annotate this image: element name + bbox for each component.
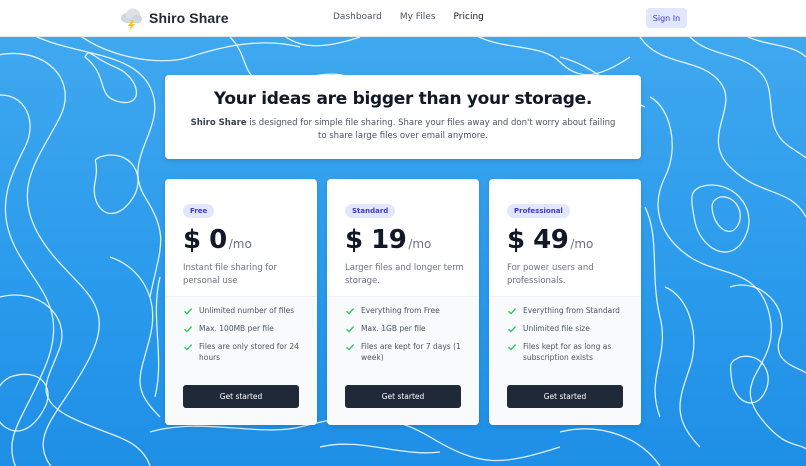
plan-badge: Professional xyxy=(507,204,570,218)
feature-text: Max. 1GB per file xyxy=(361,324,426,333)
plan-description: Larger files and longer term storage. xyxy=(345,263,464,286)
feature-text: Unlimited number of files xyxy=(199,306,295,315)
feature-item: Unlimited number of files xyxy=(183,305,305,316)
plan-description: Instant file sharing for personal use xyxy=(183,263,277,286)
check-icon xyxy=(346,326,355,333)
plan-amount: $ 0 xyxy=(183,225,227,255)
plan-period: /mo xyxy=(228,237,252,251)
brand-name: Shiro Share xyxy=(149,10,229,26)
plan-badge: Standard xyxy=(345,204,396,218)
feature-item: Files are kept for 7 days (1 week) xyxy=(345,341,467,363)
check-icon xyxy=(346,344,355,351)
feature-text: Everything from Free xyxy=(361,306,440,315)
brand-logo-link[interactable]: Shiro Share xyxy=(118,5,229,31)
plan-amount: $ 49 xyxy=(507,225,569,255)
check-icon xyxy=(184,326,193,333)
plan-price: $ 0 /mo xyxy=(183,225,317,255)
hero-title: Your ideas are bigger than your storage. xyxy=(213,89,593,109)
feature-item: Files are only stored for 24 hours xyxy=(183,341,305,363)
plan-price: $ 49 /mo xyxy=(507,225,641,255)
plan-period: /mo xyxy=(408,237,432,251)
feature-item: Everything from Standard xyxy=(507,305,629,316)
plan-description: For power users and professionals. xyxy=(507,263,594,286)
nav-link-dashboard[interactable]: Dashboard xyxy=(333,12,382,22)
nav-link-my-files[interactable]: My Files xyxy=(400,12,436,22)
nav-links: Dashboard My Files Pricing xyxy=(333,12,502,22)
pricing-hero: Your ideas are bigger than your storage.… xyxy=(0,37,806,466)
feature-text: Files kept for as long as subscription e… xyxy=(523,342,612,362)
plan-card-professional: Professional $ 49 /mo For power users an… xyxy=(489,179,641,425)
get-started-button-standard[interactable]: Get started xyxy=(345,385,461,408)
plan-card-free: Free $ 0 /mo Instant file sharing for pe… xyxy=(165,179,317,425)
check-icon xyxy=(508,326,517,333)
plan-badge: Free xyxy=(183,204,215,218)
get-started-button-professional[interactable]: Get started xyxy=(507,385,623,408)
check-icon xyxy=(184,344,193,351)
check-icon xyxy=(184,308,193,315)
check-icon xyxy=(508,344,517,351)
plan-price: $ 19 /mo xyxy=(345,225,479,255)
check-icon xyxy=(346,308,355,315)
feature-text: Unlimited file size xyxy=(523,324,590,333)
sign-in-button[interactable]: Sign In xyxy=(646,8,687,28)
get-started-button-free[interactable]: Get started xyxy=(183,385,299,408)
feature-text: Max. 100MB per file xyxy=(199,324,274,333)
feature-item: Max. 1GB per file xyxy=(345,323,467,334)
feature-item: Max. 100MB per file xyxy=(183,323,305,334)
feature-text: Files are kept for 7 days (1 week) xyxy=(361,342,461,362)
feature-item: Unlimited file size xyxy=(507,323,629,334)
top-navbar: Shiro Share Dashboard My Files Pricing S… xyxy=(0,0,806,37)
hero-description: Shiro Share is designed for simple file … xyxy=(188,117,618,143)
hero-description-text: is designed for simple file sharing. Sha… xyxy=(246,118,616,141)
feature-text: Files are only stored for 24 hours xyxy=(199,342,299,362)
plan-period: /mo xyxy=(570,237,594,251)
feature-item: Everything from Free xyxy=(345,305,467,316)
check-icon xyxy=(508,308,517,315)
feature-item: Files kept for as long as subscription e… xyxy=(507,341,629,363)
cloud-lightning-icon xyxy=(118,5,144,31)
plan-amount: $ 19 xyxy=(345,225,407,255)
hero-brand-strong: Shiro Share xyxy=(190,118,247,128)
nav-link-pricing[interactable]: Pricing xyxy=(454,12,484,22)
plan-card-standard: Standard $ 19 /mo Larger files and longe… xyxy=(327,179,479,425)
hero-banner: Your ideas are bigger than your storage.… xyxy=(165,75,641,159)
feature-text: Everything from Standard xyxy=(523,306,620,315)
